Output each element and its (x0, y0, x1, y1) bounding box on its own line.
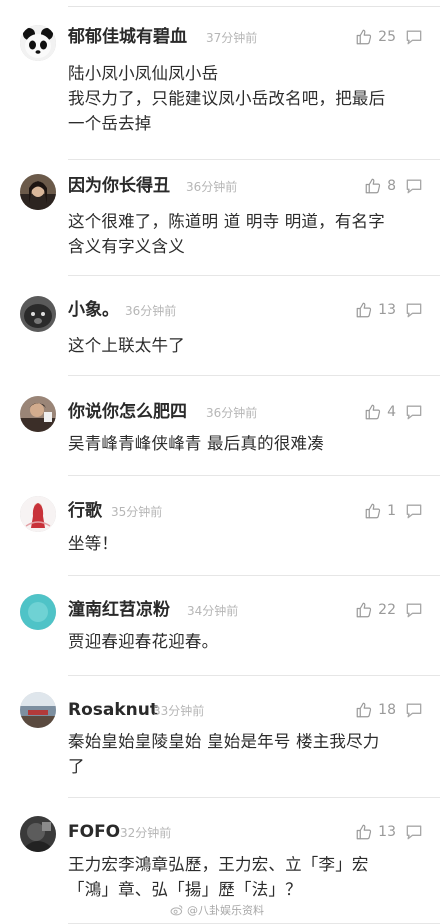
thumbs-up-icon (355, 823, 373, 841)
timestamp: 33分钟前 (153, 704, 205, 718)
comment-bubble-icon (404, 501, 424, 521)
comment-text: 王力宏李鴻章弘歷，王力宏、立「李」宏 「鴻」章、弘「揚」歷「法」？ (68, 855, 369, 899)
username[interactable]: 小象。 (68, 296, 119, 324)
reply-button[interactable] (404, 700, 424, 720)
portrait-avatar[interactable] (20, 174, 56, 210)
comment-text: 秦始皇始皇陵皇始 皇始是年号 楼主我尽力 了 (68, 732, 380, 776)
like-button[interactable]: 1 (364, 499, 396, 523)
comment-header: FOFO 32分钟前 13 (68, 818, 424, 846)
comment-header: 因为你长得丑 36分钟前 8 (68, 172, 424, 200)
like-button[interactable]: 25 (355, 25, 396, 49)
comment-feed: 郁郁佳城有碧血 37分钟前 25 陆小凤小凤仙凤小岳 我尽力了，只能建议凤小岳改… (0, 0, 440, 924)
like-button[interactable]: 4 (364, 400, 396, 424)
username[interactable]: 郁郁佳城有碧血 (68, 23, 187, 51)
comment-text: 贾迎春迎春花迎春。 (68, 632, 219, 651)
comment-bubble-icon (404, 700, 424, 720)
person-avatar[interactable] (20, 396, 56, 432)
like-button[interactable]: 8 (364, 174, 396, 198)
username[interactable]: 行歌 (68, 497, 102, 525)
comment-header: 你说你怎么肥四 36分钟前 4 (68, 398, 424, 426)
dark-animal-avatar[interactable] (20, 296, 56, 332)
comment-item (0, 576, 440, 676)
comment-text: 这个上联太牛了 (68, 336, 185, 355)
thumbs-up-icon (355, 701, 373, 719)
reply-button[interactable] (404, 822, 424, 842)
comment-text: 这个很难了，陈道明 道 明寺 明道，有名字 含义有字义含义 (68, 212, 385, 256)
like-count: 8 (387, 178, 396, 194)
username[interactable]: 你说你怎么肥四 (68, 398, 187, 426)
panda-avatar[interactable] (20, 25, 56, 61)
reply-button[interactable] (404, 27, 424, 47)
thumbs-up-icon (355, 301, 373, 319)
like-button[interactable]: 22 (355, 598, 396, 622)
red-figure-avatar[interactable] (20, 496, 56, 532)
timestamp: 35分钟前 (111, 505, 163, 519)
comment-bubble-icon (404, 176, 424, 196)
like-count: 4 (387, 404, 396, 420)
comment-item (0, 476, 440, 576)
like-button[interactable]: 13 (355, 820, 396, 844)
thumbs-up-icon (364, 177, 382, 195)
like-count: 18 (378, 702, 396, 718)
comment-bubble-icon (404, 402, 424, 422)
comment-header: 潼南红苕凉粉 34分钟前 22 (68, 596, 424, 624)
timestamp: 37分钟前 (206, 31, 258, 45)
like-count: 22 (378, 602, 396, 618)
like-count: 13 (378, 824, 396, 840)
reply-button[interactable] (404, 176, 424, 196)
comment-bubble-icon (404, 27, 424, 47)
landscape-avatar[interactable] (20, 692, 56, 728)
thumbs-up-icon (364, 502, 382, 520)
comment-header: 小象。 36分钟前 13 (68, 296, 424, 324)
reply-button[interactable] (404, 600, 424, 620)
username[interactable]: 潼南红苕凉粉 (68, 596, 170, 624)
username[interactable]: 因为你长得丑 (68, 172, 170, 200)
comment-header: Rosaknut 33分钟前 18 (68, 696, 424, 724)
thumbs-up-icon (355, 28, 373, 46)
timestamp: 36分钟前 (206, 406, 258, 420)
comment-header: 郁郁佳城有碧血 37分钟前 25 (68, 23, 424, 51)
timestamp: 36分钟前 (186, 180, 238, 194)
thumbs-up-icon (364, 403, 382, 421)
like-button[interactable]: 18 (355, 698, 396, 722)
teal-avatar[interactable] (20, 594, 56, 630)
username[interactable]: FOFO (68, 818, 120, 846)
comment-text: 吴青峰青峰侠峰青 最后真的很难凑 (68, 434, 324, 453)
reply-button[interactable] (404, 300, 424, 320)
comment-bubble-icon (404, 300, 424, 320)
reply-button[interactable] (404, 501, 424, 521)
timestamp: 36分钟前 (125, 304, 177, 318)
comment-text: 陆小凤小凤仙凤小岳 我尽力了，只能建议凤小岳改名吧，把最后 一个岳去掉 (68, 64, 386, 133)
like-count: 25 (378, 29, 396, 45)
like-count: 1 (387, 503, 396, 519)
thumbs-up-icon (355, 601, 373, 619)
like-button[interactable]: 13 (355, 298, 396, 322)
dark-photo-avatar[interactable] (20, 816, 56, 852)
watermark: @八卦娱乐资料 (170, 902, 264, 918)
watermark-text: @八卦娱乐资料 (187, 904, 264, 917)
comment-item (0, 276, 440, 376)
timestamp: 34分钟前 (187, 604, 239, 618)
reply-button[interactable] (404, 402, 424, 422)
username[interactable]: Rosaknut (68, 696, 158, 724)
comment-bubble-icon (404, 822, 424, 842)
timestamp: 32分钟前 (120, 826, 172, 840)
comment-bubble-icon (404, 600, 424, 620)
comment-header: 行歌 35分钟前 1 (68, 497, 424, 525)
comment-text: 坐等！ (68, 534, 119, 553)
weibo-logo-icon (170, 905, 183, 916)
like-count: 13 (378, 302, 396, 318)
